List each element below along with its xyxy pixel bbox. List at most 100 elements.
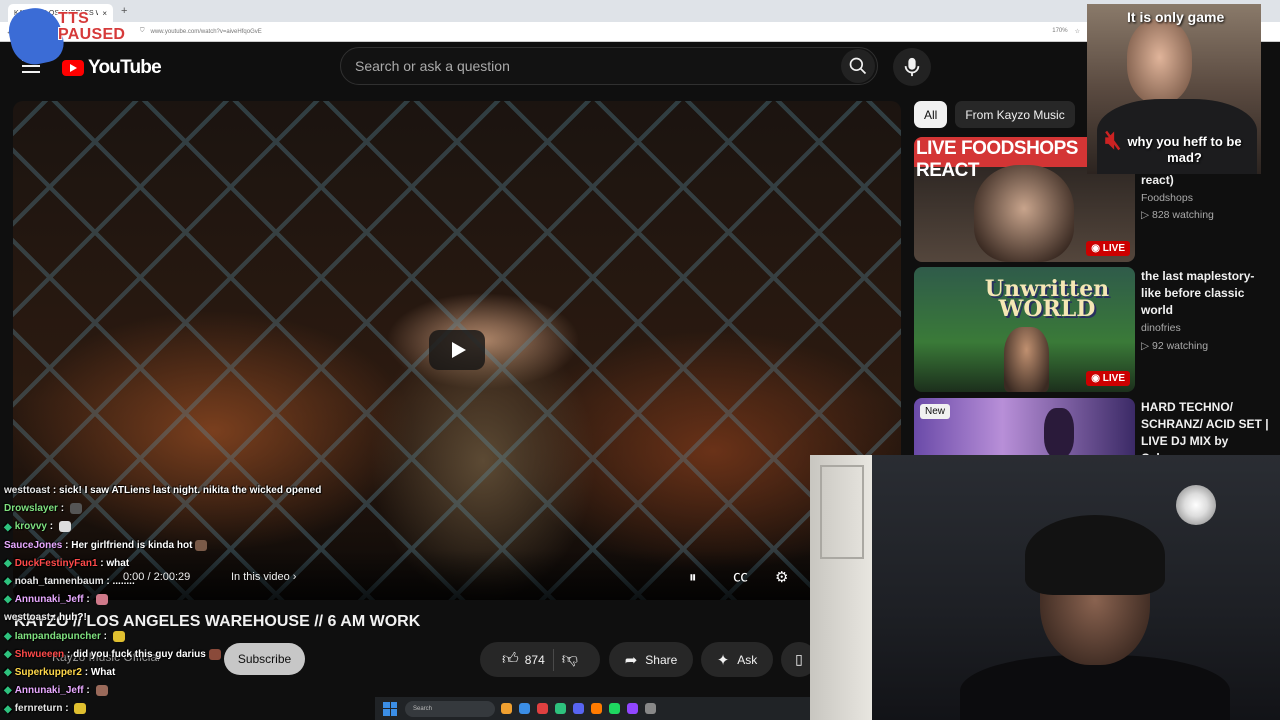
chat-username[interactable]: noah_tannenbaum — [15, 576, 104, 587]
chat-message: ◆ Iampandapuncher : — [4, 630, 125, 642]
url-field[interactable]: ⛉ www.youtube.com/watch?v=aiveHfqoGvE — [140, 28, 1052, 35]
chat-username[interactable]: Superkupper2 — [15, 667, 82, 678]
chat-emote-icon — [208, 648, 221, 660]
recommendation-item[interactable]: Unwritten WORLD ◉ LIVE the last maplesto… — [914, 267, 1280, 392]
chip-from-kayzo-music[interactable]: From Kayzo Music — [955, 101, 1075, 128]
chat-message: ◆ Annunaki_Jeff : — [4, 594, 108, 605]
chat-username[interactable]: Iampandapuncher — [15, 631, 101, 642]
chat-message: Drowslayer : — [4, 503, 82, 514]
chat-badge-icon: ◆ — [4, 576, 12, 587]
edge-icon[interactable] — [519, 703, 530, 714]
chat-separator: : — [46, 521, 56, 533]
new-badge: New — [920, 404, 951, 419]
chat-emote-icon — [95, 685, 108, 697]
taskbar-apps — [501, 703, 656, 714]
screen: KAYZO // LOS ANGELES WAREHOUSE × + ← → ↻… — [0, 0, 1280, 720]
webcam-overlay-main — [810, 455, 1280, 720]
webcam-person-hair — [1025, 515, 1165, 595]
share-label: Share — [645, 652, 678, 667]
chat-badge-icon: ◆ — [4, 557, 12, 569]
star-icon[interactable]: ☆ — [1075, 28, 1080, 35]
chat-username[interactable]: Annunaki_Jeff — [15, 685, 84, 696]
recommendation-thumbnail[interactable]: New — [914, 398, 1135, 456]
chat-username[interactable]: westtoast — [4, 612, 50, 623]
recommendation-channel[interactable]: dinofries — [1141, 322, 1181, 334]
chip-all[interactable]: All — [914, 101, 948, 128]
tts-paused-label: PAUSED — [58, 26, 126, 43]
chat-username[interactable]: DuckFestinyFan1 — [15, 558, 98, 569]
search-input[interactable]: Search or ask a question — [340, 47, 878, 85]
chat-message: ◆ Annunaki_Jeff : — [4, 685, 108, 696]
recommendation-title[interactable]: HARD TECHNO/ SCHRANZ/ ACID SET | LIVE DJ… — [1141, 399, 1273, 456]
chat-separator: : — [50, 485, 60, 496]
chat-message: westtoast : sick! I saw ATLiens last nig… — [4, 485, 321, 496]
dislike-button[interactable]: 👎︎ — [562, 650, 578, 669]
chat-separator: : — [103, 576, 113, 587]
recommendation-title[interactable]: the last maplestory-like before classic … — [1141, 268, 1273, 319]
chat-username[interactable]: Shwueeen — [15, 649, 64, 660]
webcam-door — [810, 455, 872, 720]
recommendation-item[interactable]: New HARD TECHNO/ SCHRANZ/ ACID SET | LIV… — [914, 398, 1280, 456]
chat-emote-icon — [95, 594, 108, 606]
chat-username[interactable]: fernreturn — [15, 704, 63, 715]
chat-badge-icon: ◆ — [4, 667, 12, 678]
chat-username[interactable]: Annunaki_Jeff — [15, 594, 84, 605]
settings-icon[interactable] — [645, 703, 656, 714]
chat-emote-icon — [58, 521, 71, 533]
thumbnail-face — [974, 165, 1074, 262]
spotify-icon[interactable] — [609, 703, 620, 714]
recommendation-channel[interactable]: Foodshops — [1141, 192, 1193, 204]
sparkle-icon: ✦ — [716, 651, 730, 669]
pause-toggle-icon[interactable]: ⏸ — [689, 569, 697, 586]
search-icon — [849, 57, 867, 75]
chat-separator: : — [57, 503, 67, 515]
chat-text: Her girlfriend is kinda hot — [71, 539, 193, 551]
app-red-icon[interactable] — [537, 703, 548, 714]
share-button[interactable]: ➦ Share — [609, 642, 693, 677]
thumbnail-text: Unwritten WORLD — [984, 276, 1110, 322]
chat-text: ........ — [112, 576, 135, 587]
bookmark-icon: ▯ — [795, 651, 803, 667]
filter-chips: All From Kayzo Music — [914, 101, 1075, 128]
discord-icon[interactable] — [573, 703, 584, 714]
chat-emote-icon — [74, 703, 87, 715]
recommendation-thumbnail[interactable]: Unwritten WORLD ◉ LIVE — [914, 267, 1135, 392]
like-button[interactable]: 👍︎ 874 — [502, 650, 545, 669]
chat-separator: : — [50, 612, 60, 624]
chat-separator: : — [81, 667, 91, 678]
tts-label: TTS — [58, 10, 90, 27]
share-icon: ➦ — [624, 651, 638, 669]
recommendation-title[interactable]: react) — [1141, 172, 1273, 189]
chat-text: sick! I saw ATLiens last night. nikita t… — [59, 485, 322, 496]
youtube-header: YouTube Search or ask a question — [0, 42, 1090, 92]
play-button[interactable] — [429, 330, 485, 370]
file-explorer-icon[interactable] — [501, 703, 512, 714]
chat-username[interactable]: krovvy — [15, 522, 47, 533]
windows-start-icon[interactable] — [383, 701, 397, 716]
captions-icon[interactable]: ㏄ — [733, 565, 748, 586]
thumbs-down-icon: 👎︎ — [561, 651, 578, 668]
chat-text: what — [106, 557, 130, 569]
twitch-icon[interactable] — [627, 703, 638, 714]
chat-badge-icon: ◆ — [4, 703, 12, 715]
shield-icon: ⛉ — [140, 28, 145, 34]
taskbar: Search — [375, 697, 810, 720]
chat-username[interactable]: Drowslayer — [4, 503, 58, 514]
ask-button[interactable]: ✦ Ask — [701, 642, 773, 677]
chat-message: westtoast : huh?! — [4, 612, 87, 623]
webcam-overlay-top: It is only game 🔇︎ why you heff to be ma… — [1087, 4, 1261, 174]
settings-gear-icon[interactable]: ⚙ — [775, 568, 788, 586]
chat-message: ◆ fernreturn : — [4, 703, 87, 715]
like-divider — [552, 648, 554, 671]
like-dislike-group: 👍︎ 874 👎︎ — [480, 642, 600, 677]
search-button[interactable] — [841, 49, 875, 83]
chat-username[interactable]: SauceJones — [4, 540, 62, 551]
ask-label: Ask — [737, 652, 758, 667]
zoom-level[interactable]: 170% — [1052, 28, 1067, 35]
chat-text: What — [90, 667, 116, 678]
app-green-icon[interactable] — [555, 703, 566, 714]
taskbar-search[interactable]: Search — [405, 700, 495, 717]
voice-search-button[interactable] — [893, 48, 931, 86]
chat-username[interactable]: westtoast — [4, 485, 50, 496]
firefox-icon[interactable] — [591, 703, 602, 714]
